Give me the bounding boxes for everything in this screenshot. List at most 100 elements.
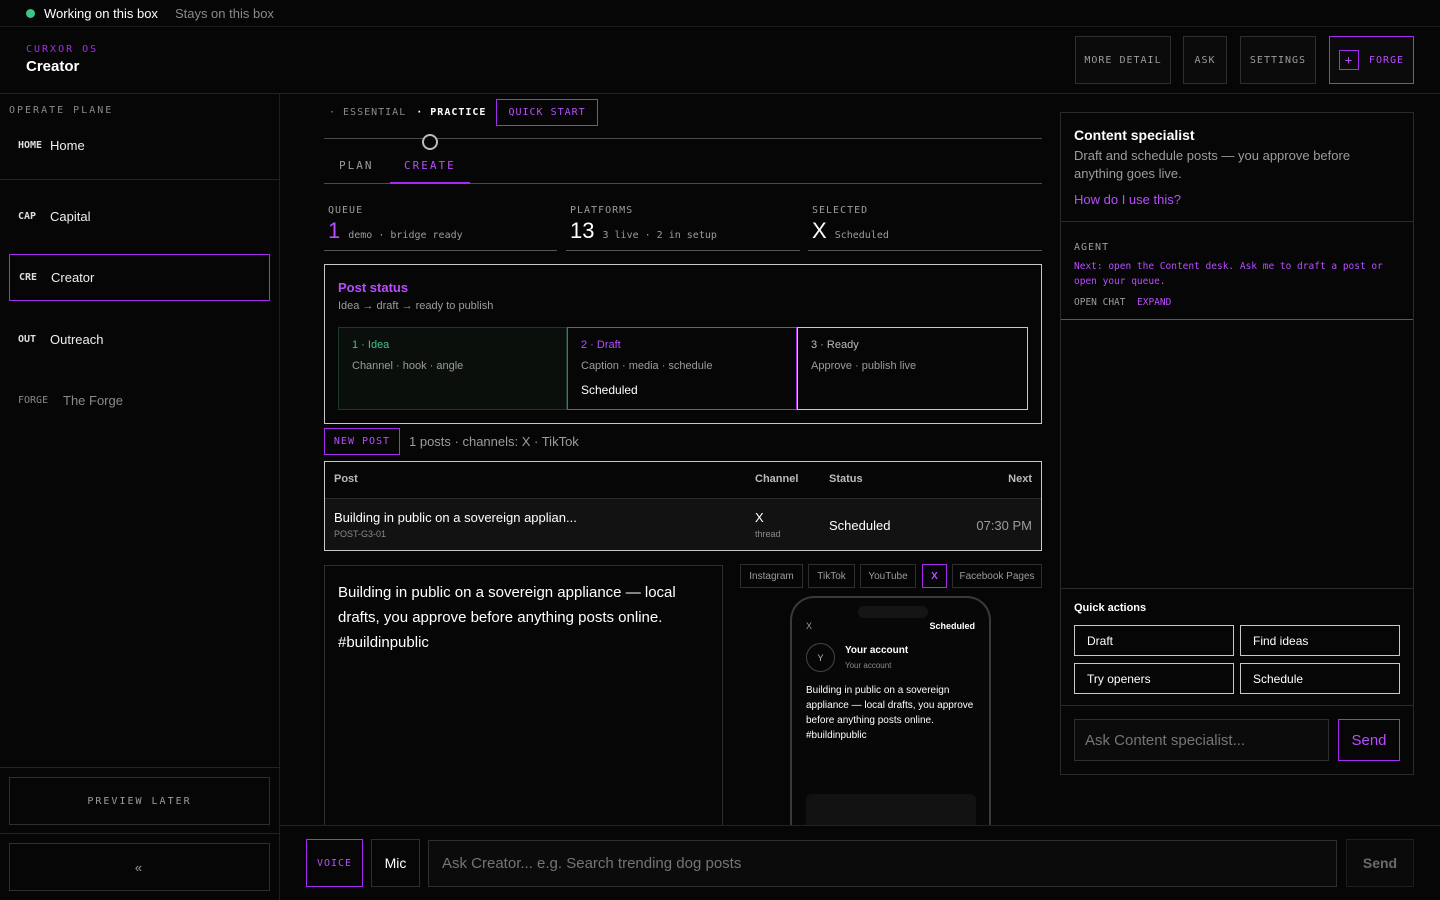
stat-selected: SELECTED X Scheduled	[808, 205, 1042, 251]
post-next-time: 07:30 PM	[976, 518, 1032, 533]
more-detail-button[interactable]: MORE DETAIL	[1075, 36, 1171, 84]
settings-button[interactable]: SETTINGS	[1240, 36, 1316, 84]
stat-detail: Scheduled	[834, 230, 889, 241]
quick-action-draft[interactable]: Draft	[1074, 625, 1234, 656]
platform-tab-youtube[interactable]: YouTube	[860, 564, 916, 588]
step-desc: Approve · publish live	[811, 360, 917, 372]
stat-label: SELECTED	[812, 205, 869, 216]
divider	[1061, 705, 1413, 706]
divider	[0, 767, 280, 768]
post-summary: 1 posts · channels: X · TikTok	[409, 434, 579, 449]
step-desc: Channel · hook · angle	[352, 360, 464, 372]
nav-code: CRE	[19, 272, 38, 283]
divider	[0, 833, 280, 834]
post-editor[interactable]: Building in public on a sovereign applia…	[324, 565, 723, 827]
step-extra: Scheduled	[581, 383, 638, 397]
step-head: 1 · Idea	[352, 339, 390, 351]
status-text: Working on this box	[44, 5, 158, 21]
agent-message: Next: open the Content desk. Ask me to d…	[1074, 261, 1383, 287]
command-input[interactable]	[428, 840, 1337, 887]
phone-notch	[858, 606, 928, 618]
stat-detail: demo · bridge ready	[348, 230, 463, 241]
step-head: 2 · Draft	[581, 339, 621, 351]
nav-label: Capital	[50, 209, 91, 224]
nav-label: Creator	[51, 270, 95, 285]
stat-label: PLATFORMS	[570, 205, 634, 216]
sidebar: OPERATE PLANE HOME Home CAP Capital CRE …	[0, 94, 280, 900]
preview-account-name: Your account	[845, 645, 909, 656]
column-header-next: Next	[1008, 473, 1032, 485]
open-chat-link[interactable]: OPEN CHAT	[1074, 297, 1125, 308]
stat-platforms: PLATFORMS 13 3 live · 2 in setup	[566, 205, 800, 251]
platform-tab-facebook[interactable]: Facebook Pages	[952, 564, 1042, 588]
agent-label: AGENT	[1074, 242, 1110, 253]
forge-label: FORGE	[1368, 54, 1405, 66]
divider	[0, 179, 280, 180]
step-draft[interactable]: 2 · Draft Caption · media · schedule Sch…	[567, 327, 797, 410]
expand-link[interactable]: EXPAND	[1137, 297, 1171, 308]
preview-body: Building in public on a sovereign applia…	[806, 685, 974, 741]
column-header-post: Post	[334, 473, 358, 485]
mode-essential[interactable]: · ESSENTIAL	[329, 107, 406, 118]
brand-subtitle: CURXOR OS	[26, 44, 99, 55]
sidebar-item-capital[interactable]: CAP Capital	[9, 193, 270, 240]
voice-button[interactable]: VOICE	[306, 839, 363, 887]
stat-value: 13	[570, 218, 595, 243]
specialist-description: Draft and schedule posts — you approve b…	[1074, 148, 1351, 181]
ask-button[interactable]: ASK	[1183, 36, 1227, 84]
plus-icon: +	[1338, 50, 1359, 70]
post-id: POST-G3-01	[334, 529, 387, 539]
collapse-sidebar-button[interactable]: «	[9, 843, 270, 891]
new-post-row: NEW POST 1 posts · channels: X · TikTok	[324, 428, 579, 455]
platform-tab-x[interactable]: X	[922, 564, 947, 588]
phone-preview: X Scheduled Y Your account Your account …	[790, 596, 991, 836]
sidebar-item-forge[interactable]: FORGE The Forge	[9, 377, 270, 424]
new-post-button[interactable]: NEW POST	[324, 428, 400, 455]
mode-practice[interactable]: · PRACTICE	[416, 107, 486, 118]
command-bar: VOICE Mic Send	[280, 825, 1440, 900]
sidebar-item-creator[interactable]: CRE Creator	[9, 254, 270, 301]
post-channel: X	[755, 510, 764, 525]
stat-value: X	[812, 218, 827, 243]
divider	[1061, 588, 1413, 589]
divider	[1061, 221, 1413, 222]
sidebar-item-home[interactable]: HOME Home	[9, 122, 270, 169]
nav-code: OUT	[18, 334, 37, 345]
how-to-use-link[interactable]: How do I use this?	[1074, 192, 1181, 207]
nav-code: CAP	[18, 211, 37, 222]
table-row[interactable]: Building in public on a sovereign applia…	[325, 498, 1041, 550]
status-note: Stays on this box	[174, 5, 274, 21]
mode-selector: · ESSENTIAL · PRACTICE QUICK START	[329, 99, 598, 126]
step-idea[interactable]: 1 · Idea Channel · hook · angle	[338, 327, 567, 410]
post-title: Building in public on a sovereign applia…	[334, 510, 577, 525]
quick-action-find-ideas[interactable]: Find ideas	[1240, 625, 1400, 656]
mode-slider-handle[interactable]	[422, 134, 438, 150]
preview-platform: X	[806, 621, 813, 631]
status-bar: Working on this box Stays on this box	[0, 0, 1440, 27]
nav-label: Outreach	[50, 332, 104, 347]
stat-label: QUEUE	[328, 205, 364, 216]
column-header-status: Status	[829, 473, 863, 485]
sidebar-item-outreach[interactable]: OUT Outreach	[9, 316, 270, 363]
quick-action-try-openers[interactable]: Try openers	[1074, 663, 1234, 694]
platform-tab-tiktok[interactable]: TikTok	[808, 564, 855, 588]
preview-later-button[interactable]: PREVIEW LATER	[9, 777, 270, 825]
quick-action-schedule[interactable]: Schedule	[1240, 663, 1400, 694]
tab-create[interactable]: CREATE	[404, 159, 456, 172]
nav-label: The Forge	[63, 393, 123, 408]
step-ready[interactable]: 3 · Ready Approve · publish live	[797, 327, 1028, 410]
divider	[1061, 319, 1413, 320]
column-header-channel: Channel	[755, 473, 799, 485]
platform-tab-instagram[interactable]: Instagram	[740, 564, 803, 588]
nav-code: HOME	[18, 140, 43, 151]
brand: CURXOR OS Creator	[26, 44, 98, 75]
command-send-button[interactable]: Send	[1346, 839, 1414, 887]
active-tab-underline	[390, 182, 470, 184]
quick-start-button[interactable]: QUICK START	[496, 99, 598, 126]
forge-button[interactable]: + FORGE	[1329, 36, 1414, 84]
tab-plan[interactable]: PLAN	[339, 159, 374, 172]
specialist-send-button[interactable]: Send	[1338, 719, 1400, 761]
specialist-title: Content specialist	[1074, 127, 1195, 143]
specialist-ask-input[interactable]	[1074, 719, 1329, 761]
mic-button[interactable]: Mic	[371, 839, 420, 887]
